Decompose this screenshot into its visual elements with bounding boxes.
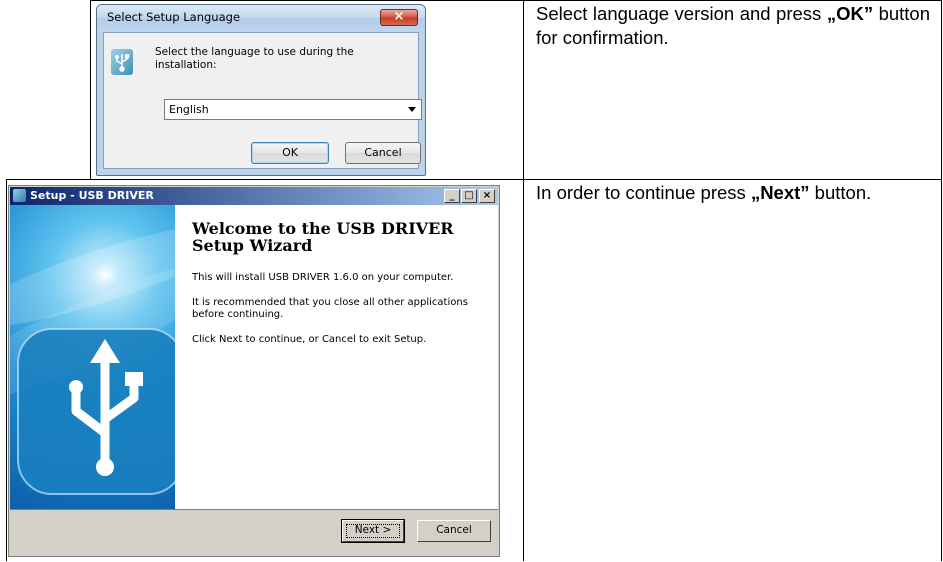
instruction-2-bold: „Next” (750, 182, 810, 203)
wizard-title: Setup - USB DRIVER (30, 189, 154, 202)
app-icon (13, 189, 26, 202)
instruction-row-1: Select language version and press „OK” b… (536, 2, 930, 50)
chevron-down-icon (408, 107, 416, 112)
dialog-titlebar[interactable]: Select Setup Language × (97, 5, 425, 31)
instruction-2-tail: button. (809, 182, 872, 203)
ok-button[interactable]: OK (251, 142, 329, 164)
wizard-paragraph: It is recommended that you close all oth… (192, 297, 468, 320)
wizard-heading: Welcome to the USB DRIVER Setup Wizard (192, 219, 454, 255)
cancel-button[interactable]: Cancel (417, 520, 491, 542)
wizard-content: Welcome to the USB DRIVER Setup Wizard T… (175, 205, 498, 509)
wizard-footer: Next > Cancel (10, 509, 498, 555)
dialog-body: Select the language to use during the in… (103, 32, 422, 169)
select-language-dialog: Select Setup Language × Select the langu… (96, 4, 426, 176)
instruction-2-text: In order to continue press (536, 182, 751, 203)
instruction-1-bold: „OK” (826, 3, 874, 24)
wizard-paragraph: This will install USB DRIVER 1.6.0 on yo… (192, 272, 454, 283)
instruction-1-text: Select language version and press (536, 3, 827, 24)
dialog-prompt: Select the language to use during the in… (155, 46, 354, 71)
dialog-title: Select Setup Language (107, 10, 241, 24)
wizard-side-banner (10, 205, 175, 509)
instruction-row-2: In order to continue press „Next” button… (536, 181, 930, 205)
focus-rectangle (346, 524, 400, 538)
wizard-titlebar[interactable]: Setup - USB DRIVER _ □ × (10, 187, 498, 205)
usb-icon (111, 49, 133, 75)
table-border-left-bottom (6, 179, 7, 561)
close-icon: × (393, 9, 405, 24)
maximize-button[interactable]: □ (461, 189, 477, 203)
close-button[interactable]: × (479, 189, 495, 203)
language-select[interactable]: English (164, 99, 422, 120)
next-button[interactable]: Next > (341, 519, 405, 543)
table-border-middle (6, 179, 942, 180)
table-border-top (90, 0, 942, 1)
table-border-left-top (90, 0, 91, 180)
setup-wizard-window: Setup - USB DRIVER _ □ × Welcome to the … (8, 185, 500, 557)
close-button[interactable]: × (380, 9, 418, 26)
minimize-button[interactable]: _ (444, 189, 460, 203)
cancel-button[interactable]: Cancel (345, 142, 421, 164)
language-select-value: English (169, 103, 209, 116)
table-border-divider (523, 0, 524, 561)
wizard-paragraph: Click Next to continue, or Cancel to exi… (192, 334, 427, 345)
table-border-right (941, 0, 942, 561)
usb-banner-graphic (10, 222, 175, 495)
